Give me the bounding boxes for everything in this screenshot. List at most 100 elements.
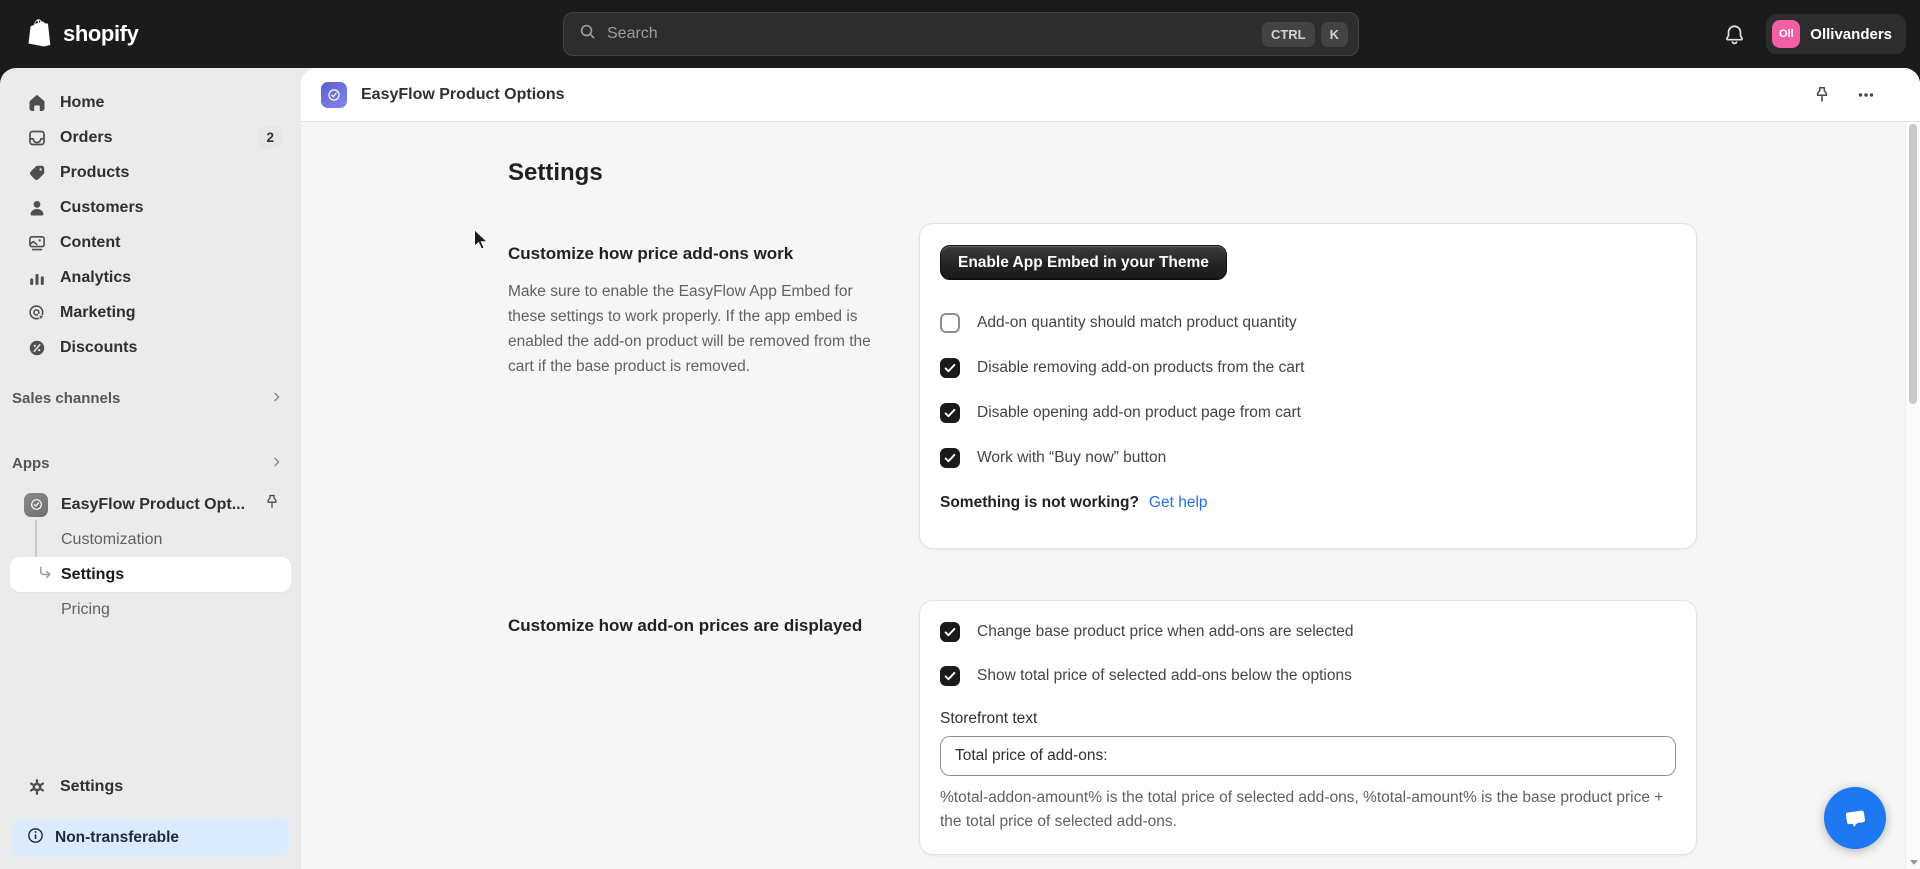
shortcut-ctrl-key: CTRL	[1261, 21, 1315, 47]
subnav-label: Pricing	[61, 600, 110, 618]
easyflow-app-icon	[321, 81, 347, 108]
shopify-wordmark: shopify	[63, 21, 139, 46]
gear-icon	[29, 778, 45, 795]
checkbox-label: Disable opening add-on product page from…	[977, 404, 1301, 421]
app-header-bar: EasyFlow Product Options	[301, 68, 1920, 122]
sidebar-section-apps[interactable]: Apps	[0, 446, 301, 481]
help-question: Something is not working?	[940, 494, 1139, 511]
checkbox[interactable]	[940, 313, 960, 333]
pin-icon[interactable]	[263, 493, 281, 516]
store-menu[interactable]: Oll Ollivanders	[1766, 14, 1906, 54]
page-title: Settings	[508, 159, 603, 186]
checkbox[interactable]	[940, 622, 960, 642]
scrollbar-down-arrow[interactable]	[1909, 860, 1918, 865]
more-actions-icon[interactable]	[1852, 81, 1880, 109]
checkbox[interactable]	[940, 666, 960, 686]
sidebar-item-home[interactable]: Home	[0, 85, 301, 120]
customers-icon	[30, 200, 44, 215]
chat-widget-button[interactable]	[1824, 787, 1886, 849]
easyflow-app-label: EasyFlow Product Opt...	[61, 495, 246, 513]
sidebar-item-pricing[interactable]: Pricing	[0, 592, 301, 627]
sidebar-section-sales-channels[interactable]: Sales channels	[0, 381, 301, 416]
enable-app-embed-button[interactable]: Enable App Embed in your Theme	[940, 245, 1227, 280]
home-icon	[29, 94, 45, 111]
settings-page: Settings Customize how price add-ons wor…	[301, 122, 1905, 869]
checkbox-row-disable-removing[interactable]: Disable removing add-on products from th…	[940, 358, 1676, 378]
storefront-text-label: Storefront text	[940, 710, 1038, 727]
sidebar-item-settings[interactable]: Settings	[0, 769, 301, 804]
checkbox-row-disable-opening[interactable]: Disable opening add-on product page from…	[940, 403, 1676, 423]
checkbox[interactable]	[940, 358, 960, 378]
checkbox-row-buy-now[interactable]: Work with “Buy now” button	[940, 448, 1676, 468]
scrollbar-thumb[interactable]	[1909, 124, 1917, 404]
products-tag-icon	[29, 165, 45, 180]
sidebar-item-analytics[interactable]: Analytics	[0, 260, 301, 295]
non-transferable-banner[interactable]: Non-transferable	[12, 818, 289, 857]
subnav-label: Customization	[61, 530, 163, 548]
sidebar-item-content[interactable]: Content	[0, 225, 301, 260]
checkbox-label: Disable removing add-on products from th…	[977, 359, 1305, 376]
global-search[interactable]: CTRL K	[563, 12, 1359, 56]
check-icon	[944, 363, 956, 373]
store-name: Ollivanders	[1810, 25, 1892, 43]
sidebar-item-easyflow-app[interactable]: EasyFlow Product Opt...	[0, 487, 301, 522]
sidebar-item-label: Discounts	[60, 338, 138, 356]
pin-icon[interactable]	[1808, 81, 1836, 109]
storefront-text-input[interactable]	[940, 736, 1676, 776]
sidebar-item-settings-selected[interactable]: Settings	[10, 557, 291, 592]
main-panel: EasyFlow Product Options Settings Custom…	[301, 68, 1920, 869]
checkbox-row-change-base-price[interactable]: Change base product price when add-ons a…	[940, 622, 1676, 642]
discounts-percent-icon	[29, 340, 45, 355]
section-heading: Customize how add-on prices are displaye…	[508, 616, 863, 635]
get-help-link[interactable]: Get help	[1149, 494, 1208, 512]
chat-bubble-icon	[1845, 810, 1865, 827]
analytics-bars-icon	[30, 273, 44, 285]
info-icon	[26, 826, 45, 850]
orders-count-badge: 2	[257, 126, 283, 149]
orders-icon	[29, 130, 45, 145]
sidebar-item-label: Content	[60, 233, 121, 251]
section-price-display-intro: Customize how add-on prices are displaye…	[508, 616, 928, 651]
sidebar-item-products[interactable]: Products	[0, 155, 301, 190]
top-bar: shopify CTRL K Oll Ollivanders	[0, 0, 1920, 68]
checkbox-list: Change base product price when add-ons a…	[940, 622, 1676, 686]
storefront-text-helper: %total-addon-amount% is the total price …	[940, 789, 1664, 830]
price-addons-card: Enable App Embed in your Theme Add-on qu…	[919, 223, 1697, 549]
notifications-bell-icon[interactable]	[1722, 22, 1746, 46]
checkbox-row-addon-quantity[interactable]: Add-on quantity should match product qua…	[940, 313, 1676, 333]
sidebar-item-customers[interactable]: Customers	[0, 190, 301, 225]
sidebar-item-customization[interactable]: Customization	[0, 522, 301, 557]
chevron-right-icon	[269, 454, 285, 474]
scrollbar-track[interactable]	[1905, 122, 1920, 869]
sidebar-item-marketing[interactable]: Marketing	[0, 295, 301, 330]
sidebar-item-label: Analytics	[60, 268, 132, 286]
app-frame: Home Orders 2 Products Customers Content…	[0, 68, 1920, 869]
checkbox-label: Show total price of selected add-ons bel…	[977, 667, 1352, 684]
checkbox-list: Add-on quantity should match product qua…	[940, 313, 1676, 468]
search-input[interactable]	[607, 25, 1256, 43]
price-display-card: Change base product price when add-ons a…	[919, 600, 1697, 855]
section-price-addons-intro: Customize how price add-ons work Make su…	[508, 244, 873, 379]
sidebar-footer: Settings Non-transferable	[0, 769, 301, 857]
help-row: Something is not working? Get help	[940, 494, 1676, 512]
topbar-right: Oll Ollivanders	[1722, 0, 1906, 68]
section-description: Make sure to enable the EasyFlow App Emb…	[508, 283, 871, 375]
banner-label: Non-transferable	[55, 828, 180, 846]
sidebar-item-orders[interactable]: Orders 2	[0, 120, 301, 155]
subnav-arrow-icon	[37, 566, 54, 588]
checkbox[interactable]	[940, 448, 960, 468]
section-label: Sales channels	[12, 390, 121, 407]
check-icon	[944, 671, 956, 681]
checkbox-row-show-total-price[interactable]: Show total price of selected add-ons bel…	[940, 666, 1676, 686]
sidebar-item-label: Products	[60, 163, 130, 181]
checkbox[interactable]	[940, 403, 960, 423]
header-actions	[1808, 81, 1894, 109]
content-icon	[29, 235, 45, 250]
shopify-bag-icon	[26, 17, 54, 52]
app-title: EasyFlow Product Options	[361, 85, 565, 103]
sidebar-item-label: Orders	[60, 128, 113, 146]
sidebar-item-discounts[interactable]: Discounts	[0, 330, 301, 365]
check-icon	[944, 627, 956, 637]
search-icon	[578, 22, 597, 46]
shopify-logo[interactable]: shopify	[26, 0, 139, 68]
